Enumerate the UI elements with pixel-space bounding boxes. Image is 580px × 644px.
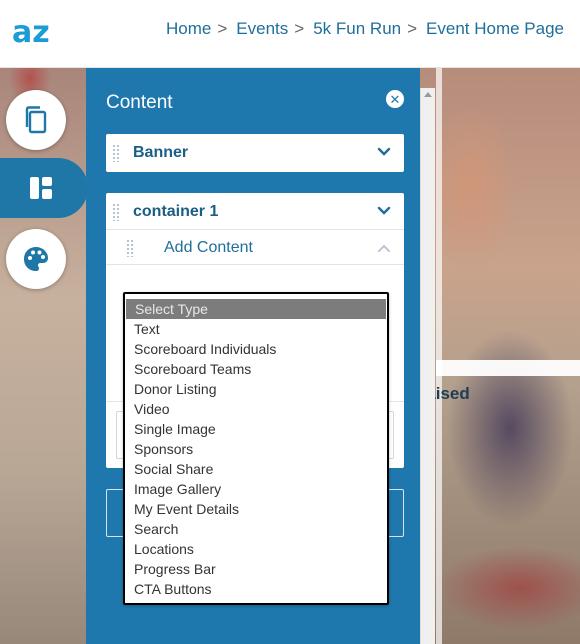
- dropdown-option[interactable]: Scoreboard Teams: [125, 359, 387, 379]
- chevron-down-icon[interactable]: [376, 144, 392, 160]
- dropdown-option[interactable]: Sponsors: [125, 439, 387, 459]
- dropdown-option[interactable]: Donor Listing: [125, 379, 387, 399]
- section-label: container 1: [133, 203, 219, 220]
- section-header[interactable]: container 1: [106, 193, 404, 230]
- dropdown-option[interactable]: Scoreboard Individuals: [125, 339, 387, 359]
- chevron-down-icon[interactable]: [376, 203, 392, 219]
- dropdown-option[interactable]: CTA Buttons: [125, 579, 387, 599]
- pages-button[interactable]: [6, 90, 66, 150]
- add-content-label: Add Content: [164, 239, 253, 256]
- drag-handle-icon[interactable]: [126, 239, 134, 257]
- dropdown-option[interactable]: My Event Details: [125, 499, 387, 519]
- scroll-up-icon[interactable]: [424, 92, 432, 97]
- close-panel-button[interactable]: ✕: [386, 90, 404, 108]
- az-logo[interactable]: az: [12, 14, 68, 50]
- add-content-row[interactable]: Add Content: [106, 231, 404, 265]
- drag-handle-icon[interactable]: [112, 203, 120, 221]
- dropdown-option[interactable]: Image Gallery: [125, 479, 387, 499]
- dropdown-option[interactable]: Search: [125, 519, 387, 539]
- dropdown-option[interactable]: Locations: [125, 539, 387, 559]
- drag-handle-icon[interactable]: [112, 144, 120, 162]
- dropdown-option[interactable]: Select Type: [126, 299, 386, 319]
- theme-button[interactable]: [6, 229, 66, 289]
- breadcrumb-home[interactable]: Home: [166, 19, 211, 38]
- background-photo-left: [0, 68, 86, 644]
- dropdown-option[interactable]: Video: [125, 399, 387, 419]
- layout-button[interactable]: [0, 158, 88, 218]
- breadcrumb-separator: >: [294, 19, 305, 38]
- dropdown-option[interactable]: Social Share: [125, 459, 387, 479]
- section-banner[interactable]: Banner: [106, 134, 404, 172]
- section-label: Banner: [133, 144, 189, 161]
- breadcrumb-separator: >: [407, 19, 418, 38]
- panel-scrollbar[interactable]: [420, 88, 435, 644]
- breadcrumb-separator: >: [217, 19, 228, 38]
- page-content-band: [436, 360, 580, 376]
- dropdown-option[interactable]: Progress Bar: [125, 559, 387, 579]
- svg-text:az: az: [12, 15, 50, 50]
- dropdown-option[interactable]: Text: [125, 319, 387, 339]
- top-header: az Home > Events >5k Fun Run > Event Home Pag…: [0, 0, 580, 68]
- content-type-dropdown[interactable]: Select Type Text Scoreboard Individuals …: [123, 292, 389, 605]
- breadcrumb: Home > Events >5k Fun Run > Event Home Page: [166, 19, 564, 39]
- close-icon: ✕: [389, 91, 401, 107]
- pages-icon: [25, 106, 47, 134]
- palette-icon: [24, 247, 48, 271]
- panel-title: Content: [106, 92, 173, 113]
- breadcrumb-5k-fun-run[interactable]: 5k Fun Run: [313, 19, 401, 38]
- dropdown-option[interactable]: Single Image: [125, 419, 387, 439]
- layout-icon: [30, 177, 52, 199]
- page-content-edge: [436, 68, 442, 644]
- section-header[interactable]: Banner: [106, 134, 404, 171]
- chevron-up-icon[interactable]: [376, 240, 392, 256]
- breadcrumb-events[interactable]: Events: [236, 19, 288, 38]
- breadcrumb-event-home-page[interactable]: Event Home Page: [426, 19, 564, 38]
